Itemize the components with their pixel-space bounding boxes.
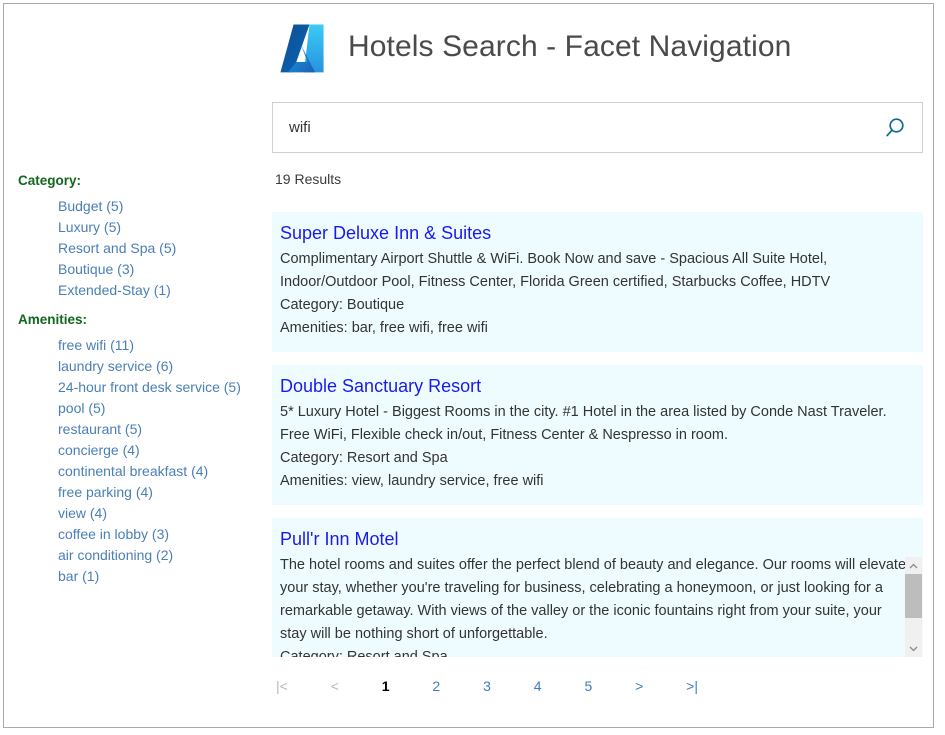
table-row[interactable]: Super Deluxe Inn & Suites Complimentary … <box>272 212 923 352</box>
list-item: Luxury (5) <box>18 217 268 238</box>
list-item: view (4) <box>18 503 268 524</box>
list-item: air conditioning (2) <box>18 545 268 566</box>
table-row[interactable]: Pull'r Inn Motel The hotel rooms and sui… <box>272 518 923 657</box>
search-bar <box>272 102 923 153</box>
facet-list-amenities: free wifi (11) laundry service (6) 24-ho… <box>18 335 268 587</box>
result-title-link[interactable]: Super Deluxe Inn & Suites <box>280 220 909 246</box>
facet-group-category: Category: Budget (5) Luxury (5) Resort a… <box>18 172 268 301</box>
pagination: |< < 1 2 3 4 5 > >| <box>272 676 702 696</box>
app-header: Hotels Search - Facet Navigation <box>272 8 791 86</box>
results-scrollbar[interactable] <box>905 557 922 657</box>
facet-group-amenities: Amenities: free wifi (11) laundry servic… <box>18 311 268 587</box>
search-icon <box>882 115 908 141</box>
app-window: Hotels Search - Facet Navigation 19 Resu… <box>3 3 934 728</box>
list-item: free parking (4) <box>18 482 268 503</box>
facet-link-free-wifi[interactable]: free wifi (11) <box>58 337 134 353</box>
list-item: Budget (5) <box>18 196 268 217</box>
list-item: 24-hour front desk service (5) <box>18 377 268 398</box>
chevron-up-icon <box>909 563 918 569</box>
search-button[interactable] <box>868 104 922 151</box>
list-item: restaurant (5) <box>18 419 268 440</box>
results-list: Super Deluxe Inn & Suites Complimentary … <box>272 212 923 657</box>
scroll-down-button[interactable] <box>905 640 922 657</box>
results-scroll-container[interactable]: Super Deluxe Inn & Suites Complimentary … <box>272 212 923 657</box>
result-category: Category: Resort and Spa <box>280 646 909 657</box>
pagination-page-4[interactable]: 4 <box>530 676 546 696</box>
facet-link-concierge[interactable]: concierge (4) <box>58 442 140 458</box>
chevron-down-icon <box>909 646 918 652</box>
list-item: coffee in lobby (3) <box>18 524 268 545</box>
facet-link-bar[interactable]: bar (1) <box>58 568 99 584</box>
facet-link-resort-and-spa[interactable]: Resort and Spa (5) <box>58 240 176 256</box>
result-title-link[interactable]: Double Sanctuary Resort <box>280 373 909 399</box>
result-description: The hotel rooms and suites offer the per… <box>280 554 909 646</box>
pagination-page-5[interactable]: 5 <box>580 676 596 696</box>
facet-link-laundry-service[interactable]: laundry service (6) <box>58 358 173 374</box>
facet-link-pool[interactable]: pool (5) <box>58 400 105 416</box>
list-item: bar (1) <box>18 566 268 587</box>
list-item: laundry service (6) <box>18 356 268 377</box>
azure-logo-icon <box>272 17 332 77</box>
scrollbar-thumb[interactable] <box>905 574 922 618</box>
facet-group-title: Amenities: <box>18 311 268 329</box>
result-title-link[interactable]: Pull'r Inn Motel <box>280 526 909 552</box>
results-count: 19 Results <box>275 171 341 187</box>
facet-link-continental-breakfast[interactable]: continental breakfast (4) <box>58 463 208 479</box>
pagination-page-1[interactable]: 1 <box>378 676 394 696</box>
facet-link-extended-stay[interactable]: Extended-Stay (1) <box>58 282 171 298</box>
scroll-up-button[interactable] <box>905 557 922 574</box>
pagination-next[interactable]: > <box>631 676 647 696</box>
facet-link-luxury[interactable]: Luxury (5) <box>58 219 121 235</box>
pagination-last[interactable]: >| <box>682 676 702 696</box>
facet-link-free-parking[interactable]: free parking (4) <box>58 484 153 500</box>
facet-link-restaurant[interactable]: restaurant (5) <box>58 421 142 437</box>
result-category: Category: Boutique <box>280 294 909 317</box>
result-category: Category: Resort and Spa <box>280 447 909 470</box>
pagination-previous[interactable]: < <box>327 676 343 696</box>
facet-list-category: Budget (5) Luxury (5) Resort and Spa (5)… <box>18 196 268 301</box>
result-description: Complimentary Airport Shuttle & WiFi. Bo… <box>280 248 909 294</box>
facet-link-24-hour-front-desk-service[interactable]: 24-hour front desk service (5) <box>58 379 241 395</box>
facet-link-budget[interactable]: Budget (5) <box>58 198 123 214</box>
pagination-page-3[interactable]: 3 <box>479 676 495 696</box>
list-item: concierge (4) <box>18 440 268 461</box>
list-item: Resort and Spa (5) <box>18 238 268 259</box>
facet-link-view[interactable]: view (4) <box>58 505 107 521</box>
facet-sidebar: Category: Budget (5) Luxury (5) Resort a… <box>18 172 268 595</box>
facet-link-coffee-in-lobby[interactable]: coffee in lobby (3) <box>58 526 169 542</box>
result-description: 5* Luxury Hotel - Biggest Rooms in the c… <box>280 401 909 447</box>
list-item: continental breakfast (4) <box>18 461 268 482</box>
scrollbar-track[interactable] <box>905 574 922 640</box>
list-item: pool (5) <box>18 398 268 419</box>
page-title: Hotels Search - Facet Navigation <box>348 30 791 64</box>
table-row[interactable]: Double Sanctuary Resort 5* Luxury Hotel … <box>272 365 923 505</box>
result-amenities: Amenities: view, laundry service, free w… <box>280 470 909 493</box>
search-input[interactable] <box>273 104 868 151</box>
list-item: Extended-Stay (1) <box>18 280 268 301</box>
list-item: Boutique (3) <box>18 259 268 280</box>
result-amenities: Amenities: bar, free wifi, free wifi <box>280 317 909 340</box>
list-item: free wifi (11) <box>18 335 268 356</box>
pagination-page-2[interactable]: 2 <box>428 676 444 696</box>
pagination-first[interactable]: |< <box>272 676 292 696</box>
facet-link-boutique[interactable]: Boutique (3) <box>58 261 134 277</box>
facet-group-title: Category: <box>18 172 268 190</box>
facet-link-air-conditioning[interactable]: air conditioning (2) <box>58 547 173 563</box>
